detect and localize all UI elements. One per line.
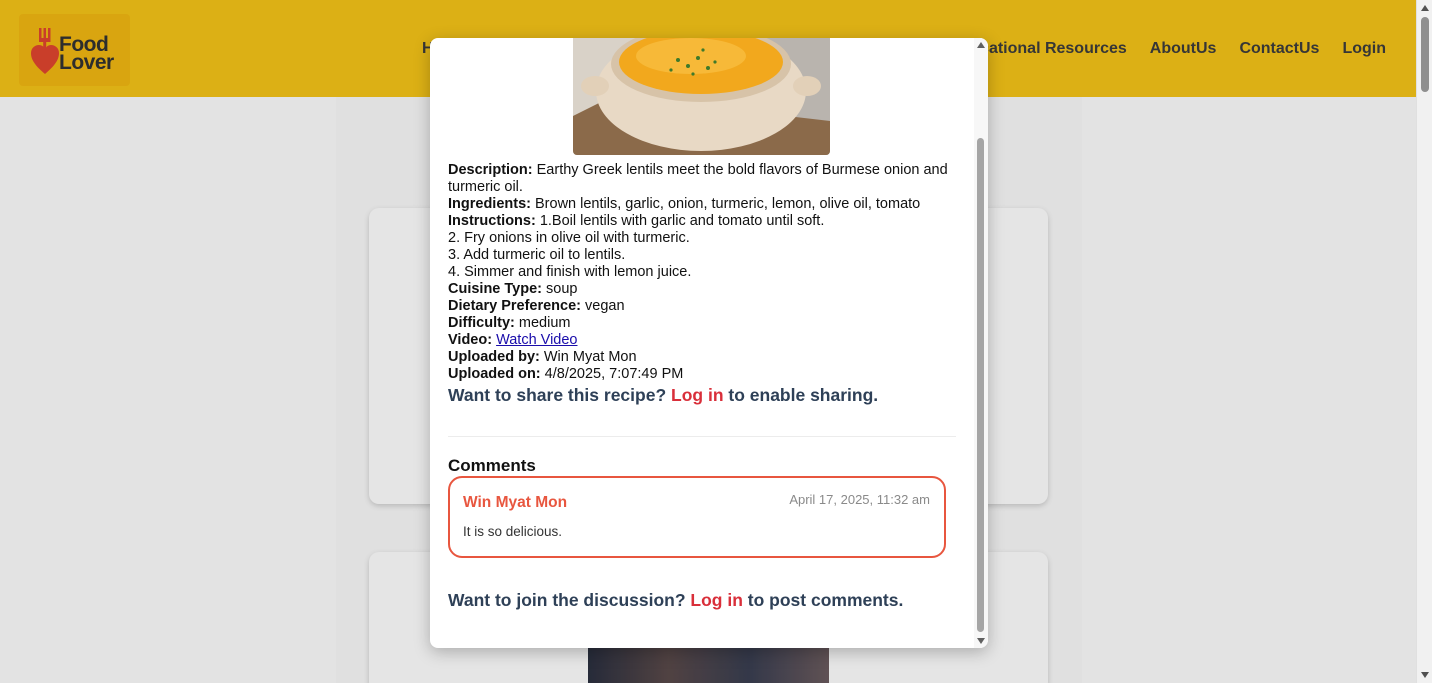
- comment-card: Win Myat Mon April 17, 2025, 11:32 am It…: [448, 476, 946, 558]
- label-video: Video:: [448, 332, 493, 348]
- soup-bowl-image: [573, 38, 830, 155]
- recipe-uploaded-on: Uploaded on: 4/8/2025, 7:07:49 PM: [448, 366, 958, 383]
- share-login-link[interactable]: Log in: [671, 385, 723, 405]
- uploaded-by-value: Win Myat Mon: [543, 349, 637, 365]
- instruction-step: 1.Boil lentils with garlic and tomato un…: [539, 213, 825, 229]
- discussion-login-link[interactable]: Log in: [690, 590, 742, 610]
- difficulty-value: medium: [518, 315, 571, 331]
- label-difficulty: Difficulty:: [448, 315, 515, 331]
- modal-scrollbar[interactable]: [974, 38, 988, 648]
- discussion-prompt-suffix: to post comments.: [747, 590, 904, 610]
- comments-heading: Comments: [448, 456, 536, 475]
- comment-author: Win Myat Mon: [463, 494, 568, 511]
- discussion-prompt-prefix: Want to join the discussion?: [448, 590, 686, 610]
- cuisine-value: soup: [546, 281, 578, 297]
- label-ingredients: Ingredients:: [448, 196, 531, 212]
- recipe-description: Description: Earthy Greek lentils meet t…: [448, 162, 958, 196]
- page-scroll-thumb[interactable]: [1421, 17, 1429, 92]
- scroll-up-arrow-icon[interactable]: [1421, 5, 1429, 11]
- modal-scroll-thumb[interactable]: [977, 138, 984, 632]
- comment-text: It is so delicious.: [463, 524, 563, 539]
- instruction-step: 2. Fry onions in olive oil with turmeric…: [448, 230, 690, 246]
- recipe-dietary: Dietary Preference: vegan: [448, 298, 958, 315]
- share-prompt-suffix: to enable sharing.: [728, 385, 879, 405]
- recipe-uploaded-by: Uploaded by: Win Myat Mon: [448, 349, 958, 366]
- discussion-prompt: Want to join the discussion? Log in to p…: [448, 590, 903, 611]
- label-instructions: Instructions:: [448, 213, 536, 229]
- ingredients-value: Brown lentils, garlic, onion, turmeric, …: [535, 196, 921, 212]
- label-uploaded-by: Uploaded by:: [448, 349, 540, 365]
- recipe-instructions: Instructions: 1.Boil lentils with garlic…: [448, 213, 958, 230]
- divider: [448, 436, 956, 437]
- share-prompt: Want to share this recipe? Log in to ena…: [448, 384, 958, 406]
- uploaded-on-value: 4/8/2025, 7:07:49 PM: [544, 366, 684, 382]
- label-dietary: Dietary Preference:: [448, 298, 581, 314]
- share-prompt-prefix: Want to share this recipe?: [448, 385, 667, 405]
- page-scrollbar[interactable]: [1416, 0, 1432, 683]
- recipe-details: Description: Earthy Greek lentils meet t…: [448, 162, 958, 406]
- dietary-value: vegan: [585, 298, 625, 314]
- instruction-step: 4. Simmer and finish with lemon juice.: [448, 264, 692, 280]
- comment-timestamp: April 17, 2025, 11:32 am: [789, 492, 930, 507]
- label-description: Description:: [448, 162, 533, 178]
- scroll-down-arrow-icon[interactable]: [1421, 672, 1429, 678]
- recipe-cuisine: Cuisine Type: soup: [448, 281, 958, 298]
- instruction-step: 3. Add turmeric oil to lentils.: [448, 247, 626, 263]
- modal-scroll-down-arrow-icon[interactable]: [977, 638, 985, 644]
- modal-scroll-up-arrow-icon[interactable]: [977, 42, 985, 48]
- recipe-video: Video: Watch Video: [448, 332, 958, 349]
- recipe-difficulty: Difficulty: medium: [448, 315, 958, 332]
- label-cuisine: Cuisine Type:: [448, 281, 542, 297]
- watch-video-link[interactable]: Watch Video: [496, 332, 577, 348]
- recipe-ingredients: Ingredients: Brown lentils, garlic, onio…: [448, 196, 958, 213]
- label-uploaded-on: Uploaded on:: [448, 366, 541, 382]
- recipe-detail-modal: Description: Earthy Greek lentils meet t…: [430, 38, 988, 648]
- recipe-image: [573, 38, 830, 155]
